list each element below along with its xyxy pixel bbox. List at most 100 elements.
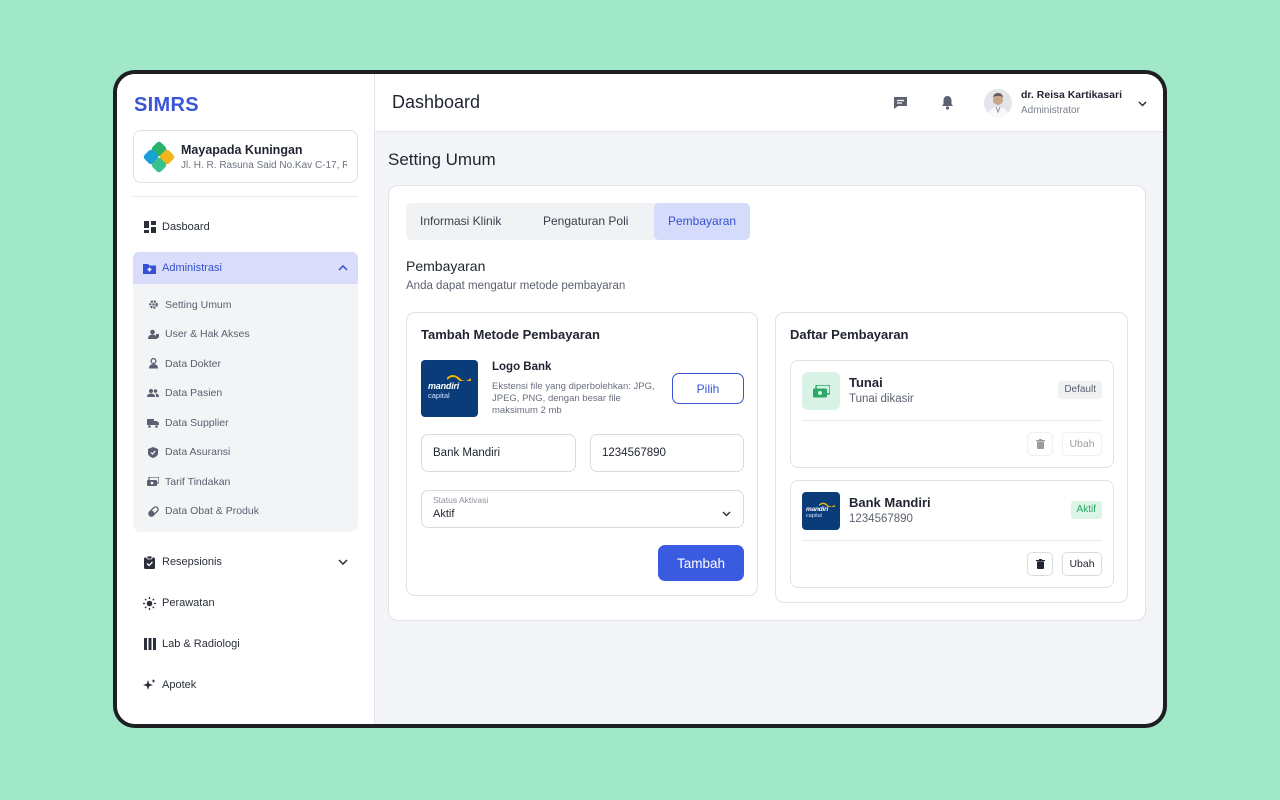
sidebar-item-perawatan[interactable]: Perawatan — [133, 587, 358, 619]
chevron-down-icon[interactable] — [1138, 94, 1147, 112]
sidebar-item-label: Apotek — [162, 679, 197, 691]
user-menu[interactable]: dr. Reisa Kartikasari Administrator — [984, 88, 1147, 117]
payment-desc: Tunai dikasir — [849, 393, 914, 405]
clinic-name: Mayapada Kuningan — [181, 142, 303, 157]
subnav-label: Data Pasien — [165, 387, 223, 400]
bank-logo-text: mandiri — [806, 506, 829, 513]
subnav-tarif-tindakan[interactable]: Tarif Tindakan — [133, 467, 358, 497]
sidebar-item-administrasi[interactable]: Administrasi — [133, 252, 358, 284]
account-number-input[interactable]: 1234567890 — [590, 434, 744, 472]
clinic-selector[interactable]: Mayapada Kuningan Jl. H. R. Rasuna Said … — [133, 130, 358, 183]
bank-logo-icon: mandiri capital — [802, 492, 840, 530]
pill-icon — [147, 505, 159, 517]
administrasi-submenu: Setting Umum User & Hak Akses Data Dokte… — [133, 284, 358, 532]
payment-list-panel: Daftar Pembayaran Tunai Tunai dikasir De… — [775, 312, 1128, 603]
subnav-label: Data Dokter — [165, 357, 222, 370]
section-title: Pembayaran — [406, 258, 486, 274]
doctor-icon — [147, 358, 159, 370]
sidebar-item-label: Administrasi — [162, 262, 222, 274]
bank-logo-subtext: capital — [428, 391, 450, 400]
tab-pembayaran[interactable]: Pembayaran — [654, 203, 751, 240]
tab-pengaturan-poli[interactable]: Pengaturan Poli — [519, 203, 654, 240]
subnav-setting-umum[interactable]: Setting Umum — [133, 290, 358, 320]
sidebar-divider — [133, 196, 358, 197]
chevron-down-icon — [338, 557, 348, 568]
sidebar-item-label: Dasboard — [162, 221, 210, 233]
status-value: Aktif — [433, 508, 455, 520]
status-label: Status Aktivasi — [433, 495, 489, 505]
subnav-label: User & Hak Akses — [165, 328, 250, 341]
topbar: Dashboard dr. Reisa Kartikasari Administ… — [375, 74, 1163, 132]
subnav-label: Data Supplier — [165, 416, 229, 429]
shield-icon — [147, 446, 159, 458]
delete-button[interactable] — [1027, 552, 1053, 576]
user-name: dr. Reisa Kartikasari — [1021, 89, 1122, 101]
users-icon — [147, 387, 159, 399]
tab-informasi-klinik[interactable]: Informasi Klinik — [406, 203, 519, 240]
sidebar-item-label: Resepsionis — [162, 556, 222, 568]
subnav-user-hak-akses[interactable]: User & Hak Akses — [133, 320, 358, 350]
settings-card: Informasi Klinik Pengaturan Poli Pembaya… — [388, 185, 1146, 621]
status-badge: Default — [1058, 381, 1102, 399]
payment-list-title: Daftar Pembayaran — [790, 327, 909, 342]
sidebar: SIMRS Mayapada Kuningan Jl. H. R. Rasuna… — [117, 74, 375, 724]
clipboard-check-icon — [143, 555, 156, 569]
page-title: Setting Umum — [388, 150, 496, 169]
payment-item: Tunai Tunai dikasir Default Ubah — [790, 360, 1114, 468]
sparkle-icon — [143, 678, 156, 692]
user-role: Administrator — [1021, 105, 1080, 116]
payment-divider — [802, 540, 1102, 541]
payment-item: mandiri capital Bank Mandiri 1234567890 … — [790, 480, 1114, 588]
app-screen: SIMRS Mayapada Kuningan Jl. H. R. Rasuna… — [117, 74, 1163, 724]
sidebar-item-label: Perawatan — [162, 597, 215, 609]
trash-icon — [1035, 439, 1045, 449]
sidebar-item-dasboard[interactable]: Dasboard — [133, 211, 358, 243]
add-button[interactable]: Tambah — [658, 545, 744, 581]
subnav-data-supplier[interactable]: Data Supplier — [133, 408, 358, 438]
cash-icon — [802, 372, 840, 410]
main-content: Dashboard dr. Reisa Kartikasari Administ… — [375, 74, 1163, 724]
bank-logo-text: mandiri — [428, 381, 460, 391]
sidebar-item-lab-radiologi[interactable]: Lab & Radiologi — [133, 628, 358, 660]
subnav-label: Data Asuransi — [165, 446, 231, 459]
message-icon[interactable] — [890, 93, 910, 113]
bank-name-input[interactable]: Bank Mandiri — [421, 434, 576, 472]
bars-icon — [143, 638, 156, 651]
chevron-down-icon — [722, 504, 731, 522]
money-icon — [147, 476, 159, 488]
clinic-address: Jl. H. R. Rasuna Said No.Kav C-17, R... — [181, 159, 347, 171]
payment-name: Tunai — [849, 375, 883, 390]
wave-icon — [447, 375, 471, 381]
logo-label: Logo Bank — [492, 361, 552, 373]
subnav-data-dokter[interactable]: Data Dokter — [133, 349, 358, 379]
trash-icon — [1035, 559, 1045, 569]
delete-button[interactable] — [1027, 432, 1053, 456]
status-badge: Aktif — [1070, 501, 1102, 519]
truck-icon — [147, 417, 159, 429]
status-select[interactable]: Status Aktivasi Aktif — [421, 490, 744, 528]
payment-name: Bank Mandiri — [849, 495, 931, 510]
user-shield-icon — [147, 328, 159, 340]
device-frame: SIMRS Mayapada Kuningan Jl. H. R. Rasuna… — [113, 70, 1167, 728]
edit-button[interactable]: Ubah — [1062, 552, 1102, 576]
sidebar-item-apotek[interactable]: Apotek — [133, 669, 358, 701]
subnav-data-obat-produk[interactable]: Data Obat & Produk — [133, 497, 358, 527]
tab-bar: Informasi Klinik Pengaturan Poli Pembaya… — [406, 203, 751, 240]
edit-button[interactable]: Ubah — [1062, 432, 1102, 456]
subnav-data-pasien[interactable]: Data Pasien — [133, 379, 358, 409]
subnav-label: Tarif Tindakan — [165, 475, 231, 488]
subnav-data-asuransi[interactable]: Data Asuransi — [133, 438, 358, 468]
choose-file-button[interactable]: Pilih — [672, 373, 744, 404]
bank-logo-preview: mandiri capital — [421, 360, 478, 417]
add-payment-panel: Tambah Metode Pembayaran mandiri capital… — [406, 312, 758, 596]
bell-icon[interactable] — [937, 93, 957, 113]
sun-icon — [143, 596, 156, 610]
dashboard-icon — [143, 221, 156, 234]
subnav-label: Data Obat & Produk — [165, 505, 259, 518]
avatar — [984, 88, 1013, 117]
gear-icon — [147, 299, 159, 311]
sidebar-item-resepsionis[interactable]: Resepsionis — [133, 546, 358, 578]
folder-plus-icon — [143, 262, 156, 275]
subnav-label: Setting Umum — [165, 298, 232, 311]
chevron-up-icon — [338, 263, 348, 274]
